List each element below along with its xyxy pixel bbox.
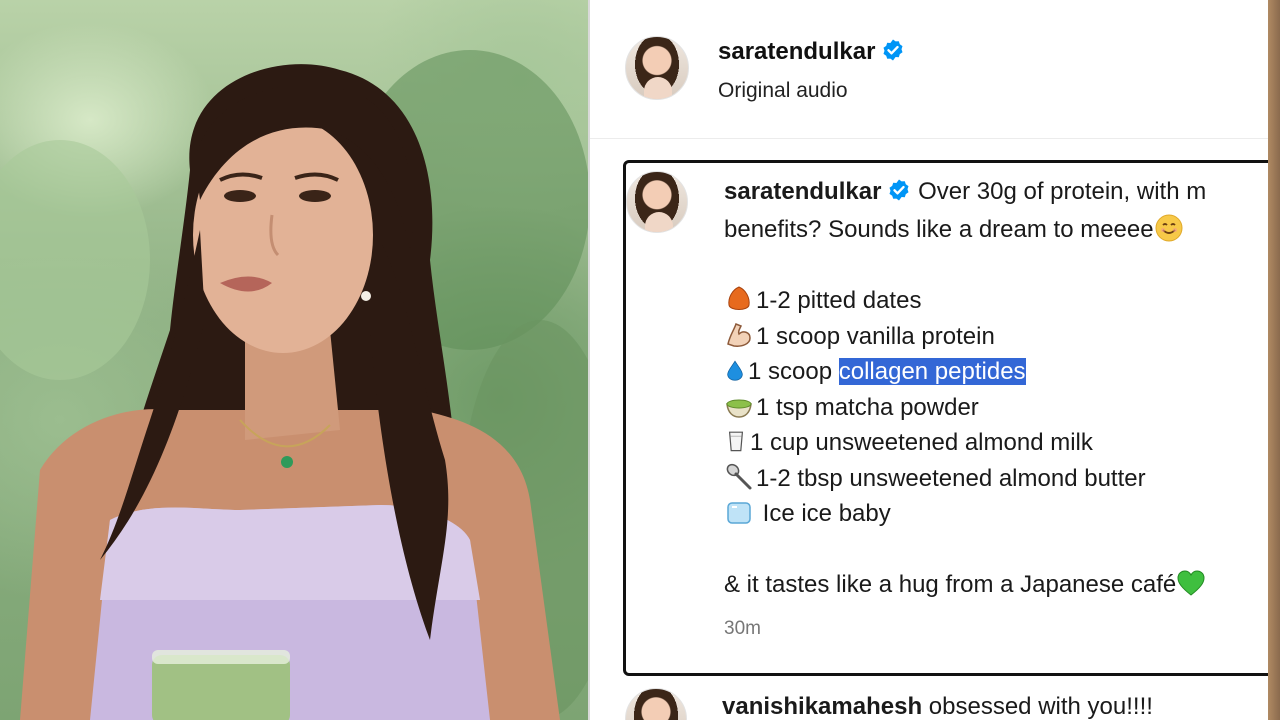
comment-text: obsessed with you!!!! bbox=[928, 693, 1153, 720]
ingredient-item: 1-2 tbsp unsweetened almond butter bbox=[724, 462, 1146, 493]
comment-row: vanishikamahesh obsessed with you!!!! bbox=[722, 693, 1153, 720]
caption-box: saratendulkar Over 30g of protein, with … bbox=[623, 160, 1280, 676]
ingredient-text: 1 scoop vanilla protein bbox=[756, 323, 995, 350]
ingredient-text: 1 tsp matcha powder bbox=[756, 394, 979, 421]
ingredient-text: 1-2 pitted dates bbox=[756, 287, 922, 314]
ice-cube-emoji-icon bbox=[727, 502, 751, 524]
milk-glass-emoji-icon bbox=[728, 431, 744, 452]
woman-with-green-drink-image bbox=[0, 50, 588, 720]
caption-closing-line: & it tastes like a hug from a Japanese c… bbox=[724, 568, 1208, 599]
ingredient-item: 1-2 pitted dates bbox=[724, 284, 921, 315]
post-author-avatar[interactable] bbox=[625, 36, 689, 100]
ingredient-item: 1 scoop vanilla protein bbox=[724, 320, 995, 351]
video-frame[interactable] bbox=[0, 0, 588, 720]
post-author-username[interactable]: saratendulkar bbox=[718, 38, 905, 66]
matcha-bowl-emoji-icon bbox=[726, 399, 752, 418]
caption-text-line-1: Over 30g of protein, with m bbox=[918, 178, 1207, 205]
ingredient-item: 1 scoop collagen peptides bbox=[724, 355, 1026, 386]
ingredient-item: 1 cup unsweetened almond milk bbox=[724, 426, 1093, 457]
ingredient-text: 1-2 tbsp unsweetened almond butter bbox=[756, 465, 1146, 492]
commenter-avatar[interactable] bbox=[625, 688, 687, 720]
green-heart-emoji-icon bbox=[1177, 570, 1205, 596]
caption-closing-text: & it tastes like a hug from a Japanese c… bbox=[724, 571, 1177, 598]
droplet-emoji-icon bbox=[727, 360, 743, 381]
ingredient-item: Ice ice baby bbox=[724, 497, 891, 528]
flexed-biceps-emoji-icon bbox=[727, 323, 751, 347]
audio-label[interactable]: Original audio bbox=[718, 79, 848, 103]
ingredient-text: 1 scoop bbox=[748, 358, 839, 385]
caption-author-avatar[interactable] bbox=[626, 171, 688, 233]
ingredient-text: Ice ice baby bbox=[756, 500, 891, 527]
spoon-emoji-icon bbox=[726, 463, 752, 490]
instagram-post-panel: saratendulkar Original audio saratendulk… bbox=[590, 0, 1280, 720]
caption-line-1: saratendulkar Over 30g of protein, with … bbox=[724, 178, 1206, 206]
commenter-username[interactable]: vanishikamahesh bbox=[722, 693, 922, 720]
caption-author-username[interactable]: saratendulkar bbox=[724, 178, 881, 205]
smiling-face-emoji-icon bbox=[1155, 214, 1183, 242]
header-divider bbox=[590, 138, 1268, 139]
selected-text[interactable]: collagen peptides bbox=[838, 358, 1026, 385]
caption-text-line-2: benefits? Sounds like a dream to meeee bbox=[724, 216, 1154, 243]
right-edge-strip bbox=[1268, 0, 1280, 720]
ingredient-text: 1 cup unsweetened almond milk bbox=[750, 429, 1093, 456]
date-emoji-icon bbox=[728, 286, 750, 310]
post-timestamp[interactable]: 30m bbox=[724, 618, 761, 640]
caption-line-2: benefits? Sounds like a dream to meeee bbox=[724, 213, 1186, 244]
post-author-username-text[interactable]: saratendulkar bbox=[718, 38, 875, 65]
ingredient-item: 1 tsp matcha powder bbox=[724, 391, 979, 422]
verified-badge-icon bbox=[883, 39, 903, 61]
verified-badge-icon bbox=[889, 179, 909, 201]
